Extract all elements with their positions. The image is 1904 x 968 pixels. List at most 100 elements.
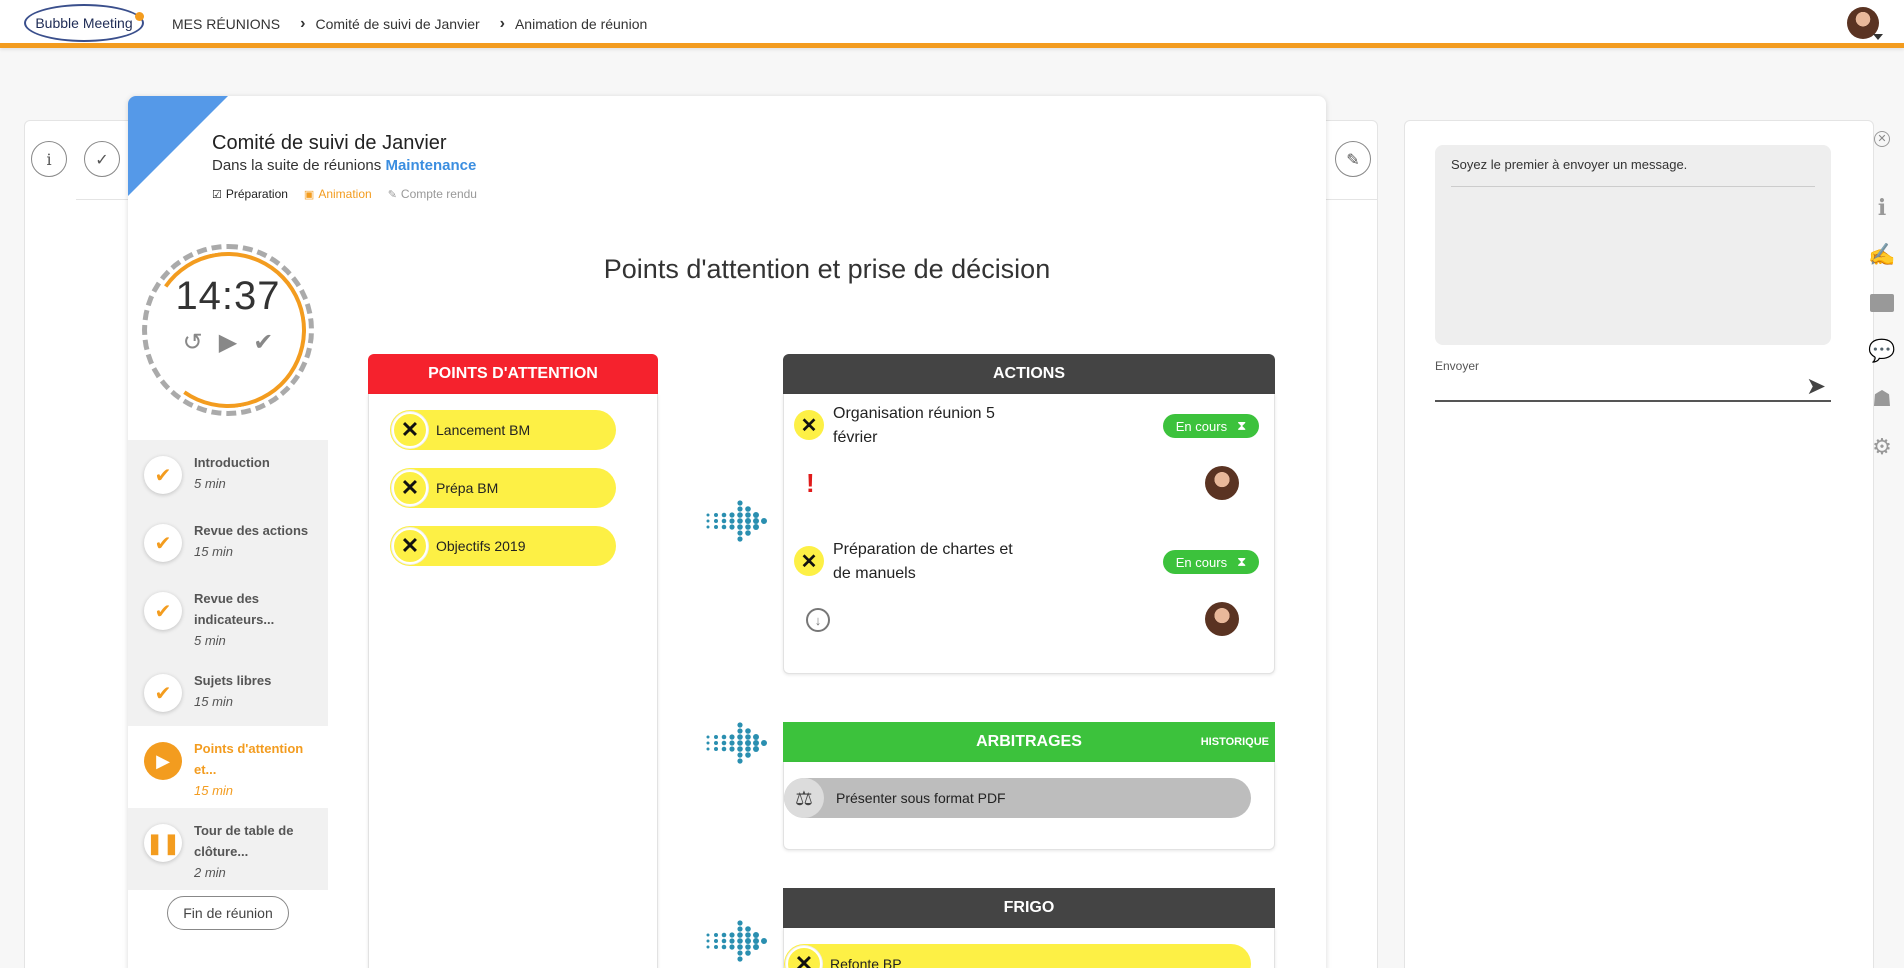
attention-item[interactable]: ✕ Lancement BM xyxy=(390,410,616,450)
action-title-line: de manuels xyxy=(833,565,916,582)
agenda-item[interactable]: ❚❚ Tour de table de clôture... 2 min xyxy=(128,808,328,890)
close-icon[interactable]: ✕ xyxy=(392,412,428,448)
attention-item-label: Prépa BM xyxy=(436,480,499,496)
close-icon[interactable]: ✕ xyxy=(392,528,428,564)
chevron-right-icon: › xyxy=(499,15,505,32)
phase-tabs: ☑ Préparation ▣ Animation ✎ Compte rendu xyxy=(212,187,477,201)
app-logo[interactable]: Bubble Meeting xyxy=(24,4,144,42)
agenda-item-text: Tour de table de clôture... 2 min xyxy=(194,820,322,883)
checkbox-icon: ☑ xyxy=(212,188,222,201)
frigo-item[interactable]: ✕ Refonte BP xyxy=(784,944,1251,968)
close-icon[interactable]: ✕ xyxy=(794,410,824,440)
agenda-item-text: Revue des actions 15 min xyxy=(194,520,322,562)
agenda-item[interactable]: ✔ Sujets libres 15 min xyxy=(128,658,328,726)
agenda-item-duration: 15 min xyxy=(194,783,234,798)
team-icon[interactable]: ☗ xyxy=(1867,384,1897,414)
send-icon[interactable]: ➤ xyxy=(1806,372,1826,401)
chat-input[interactable] xyxy=(1435,376,1831,402)
agenda-item-text: Revue des indicateurs... 5 min xyxy=(194,588,322,651)
arbitrage-item-label: Présenter sous format PDF xyxy=(836,790,1006,806)
breadcrumb: MES RÉUNIONS › Comité de suivi de Janvie… xyxy=(172,0,647,48)
play-icon[interactable]: ▶ xyxy=(219,328,237,357)
end-meeting-button[interactable]: Fin de réunion xyxy=(167,896,289,930)
attention-item[interactable]: ✕ Prépa BM xyxy=(390,468,616,508)
status-badge[interactable]: En cours ⧗ xyxy=(1163,550,1259,574)
tab-animation-label: Animation xyxy=(318,187,372,201)
chevron-right-icon: › xyxy=(300,15,306,32)
status-badge[interactable]: En cours ⧗ xyxy=(1163,414,1259,438)
history-link[interactable]: HISTORIQUE xyxy=(1201,736,1269,748)
agenda-item-label: Tour de table de clôture... xyxy=(194,823,294,859)
close-icon[interactable]: ✕ xyxy=(786,946,822,968)
frigo-header: FRIGO xyxy=(783,888,1275,928)
check-icon: ✔ xyxy=(144,524,182,562)
meeting-subtitle: Dans la suite de réunions Maintenance xyxy=(212,157,476,174)
agenda-item-duration: 2 min xyxy=(194,865,226,880)
breadcrumb-item-meetings[interactable]: MES RÉUNIONS xyxy=(172,16,280,32)
agenda-item-text: Introduction 5 min xyxy=(194,452,322,494)
edit-notes-icon[interactable]: ✎ xyxy=(1335,141,1371,177)
tab-preparation-label: Préparation xyxy=(225,187,288,201)
dotted-arrow-icon xyxy=(704,494,770,548)
series-link[interactable]: Maintenance xyxy=(385,157,476,174)
top-bar: Bubble Meeting MES RÉUNIONS › Comité de … xyxy=(0,0,1904,48)
tab-preparation[interactable]: ☑ Préparation xyxy=(212,187,288,201)
signature-icon[interactable]: ✍ xyxy=(1867,240,1897,270)
agenda-item-duration: 5 min xyxy=(194,476,226,491)
history-icon[interactable]: ↺ xyxy=(183,328,203,357)
arbitrage-item[interactable]: ⚖ Présenter sous format PDF xyxy=(784,778,1251,818)
tab-animation[interactable]: ▣ Animation xyxy=(304,187,372,201)
gavel-icon: ⚖ xyxy=(784,778,824,818)
chat-messages: Soyez le premier à envoyer un message. xyxy=(1435,145,1831,345)
action-title-line: Organisation réunion 5 xyxy=(833,405,995,422)
folder-icon[interactable] xyxy=(1867,288,1897,318)
close-icon[interactable]: ✕ xyxy=(794,546,824,576)
agenda-item-duration: 5 min xyxy=(194,633,226,648)
chat-icon[interactable]: 💬 xyxy=(1867,336,1897,366)
check-icon: ✔ xyxy=(144,592,182,630)
agenda-list: ✔ Introduction 5 min ✔ Revue des actions… xyxy=(128,440,328,890)
play-icon: ▶ xyxy=(144,742,182,780)
breadcrumb-item-current: Animation de réunion xyxy=(514,16,648,32)
timer-time: 14:37 xyxy=(175,274,281,318)
tab-report[interactable]: ✎ Compte rendu xyxy=(388,187,477,201)
hourglass-icon: ⧗ xyxy=(1237,554,1247,569)
gear-icon[interactable]: ⚙ xyxy=(1867,432,1897,462)
caret-down-icon[interactable] xyxy=(1873,34,1883,40)
info-icon[interactable]: i xyxy=(31,141,67,177)
avatar[interactable] xyxy=(1205,466,1239,500)
hourglass-icon: ⧗ xyxy=(1237,418,1247,433)
attention-header: POINTS D'ATTENTION xyxy=(368,354,658,394)
agenda-item-label: Revue des indicateurs... xyxy=(194,591,275,627)
actions-header: ACTIONS xyxy=(783,354,1275,394)
action-title[interactable]: Organisation réunion 5 février xyxy=(833,402,995,450)
close-panel-icon[interactable]: ✕ xyxy=(1874,131,1890,147)
subtitle-prefix: Dans la suite de réunions xyxy=(212,157,382,174)
attention-item[interactable]: ✕ Objectifs 2019 xyxy=(390,526,616,566)
frigo-item-label: Refonte BP xyxy=(830,956,902,968)
close-icon[interactable]: ✕ xyxy=(392,470,428,506)
chat-input-label: Envoyer xyxy=(1435,359,1480,373)
agenda-item[interactable]: ✔ Revue des actions 15 min xyxy=(128,508,328,576)
clipboard-check-icon[interactable]: ✓ xyxy=(84,141,120,177)
tab-report-label: Compte rendu xyxy=(400,187,477,201)
check-icon[interactable]: ✔ xyxy=(253,328,273,357)
action-title-line: février xyxy=(833,429,878,446)
agenda-item-current[interactable]: ▶ Points d'attention et... 15 min xyxy=(128,726,328,808)
agenda-item-label: Sujets libres xyxy=(194,673,272,688)
breadcrumb-item-meeting[interactable]: Comité de suivi de Janvier xyxy=(315,16,479,32)
attention-item-label: Lancement BM xyxy=(436,422,531,438)
dotted-arrow-icon xyxy=(704,716,770,770)
arrow-down-circle-icon[interactable]: ↓ xyxy=(806,608,830,632)
action-title[interactable]: Préparation de chartes et de manuels xyxy=(833,538,1013,586)
meeting-title: Comité de suivi de Janvier xyxy=(212,132,447,154)
agenda-item-label: Revue des actions xyxy=(194,523,309,538)
meeting-card: Comité de suivi de Janvier Dans la suite… xyxy=(128,96,1326,968)
info-icon[interactable]: i xyxy=(1867,193,1897,223)
agenda-item[interactable]: ✔ Introduction 5 min xyxy=(128,440,328,508)
timer-controls: ↺ ▶ ✔ xyxy=(142,328,314,357)
avatar[interactable] xyxy=(1205,602,1239,636)
check-icon: ✔ xyxy=(144,674,182,712)
agenda-item[interactable]: ✔ Revue des indicateurs... 5 min xyxy=(128,576,328,658)
chat-empty-message: Soyez le premier à envoyer un message. xyxy=(1451,157,1815,187)
